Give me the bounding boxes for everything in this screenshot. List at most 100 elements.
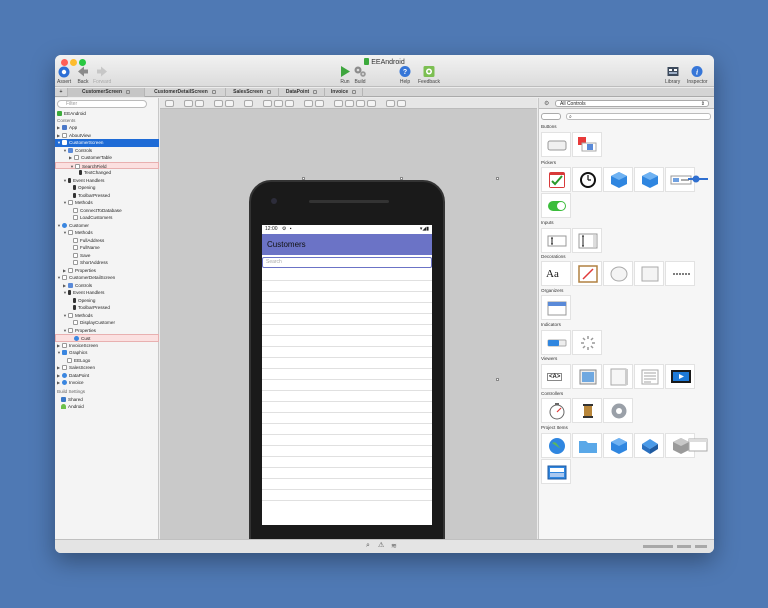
checkbox-control[interactable] [541,167,571,192]
tree-item-customer-methods[interactable]: ▼ Methods [55,229,159,237]
picker-control[interactable] [634,167,664,192]
distribute-h-button[interactable] [334,100,343,107]
tab-customerscreen[interactable]: CustomerScreen [68,88,145,97]
add-control-button[interactable] [541,113,561,120]
resize-handle[interactable] [496,177,499,180]
lock-layout-button[interactable] [225,100,234,107]
table-row[interactable] [262,292,432,303]
search-icon[interactable]: ⌕ [366,542,370,550]
textfield-control[interactable] [541,228,571,253]
search-field[interactable]: Search [262,257,432,268]
settings-gear-icon[interactable]: ⚙ [544,100,549,107]
tree-item-eelogo[interactable]: EELogo [55,357,159,365]
table-row[interactable] [262,435,432,446]
table-row[interactable] [262,347,432,358]
tree-item-customer[interactable]: ▼ Customer [55,222,159,230]
class-item[interactable] [603,433,633,458]
align-bottom-button[interactable] [367,100,376,107]
table-row[interactable] [262,424,432,435]
rectangle-control[interactable] [634,261,664,286]
tree-item-datapoint[interactable]: ▶ DataPoint [55,372,159,380]
thread-control[interactable] [572,398,602,423]
tree-item-fullname[interactable]: FullName [55,244,159,252]
button-control[interactable] [541,132,571,157]
order-back-button[interactable] [315,100,324,107]
resize-handle[interactable] [496,378,499,381]
tree-item-customerscreen[interactable]: ▼ CustomerScreen [55,139,159,147]
tree-item-shortaddress[interactable]: ShortAddress [55,259,159,267]
table-control[interactable] [634,364,664,389]
tree-item-graphics[interactable]: ▼ Graphics [55,349,159,357]
tree-item-searchfield[interactable]: ▼ SearchField [55,161,159,169]
tree-item-toolbarpressed[interactable]: ToolbarPressed [55,192,159,200]
timer-control[interactable] [541,398,571,423]
tree-item-methods[interactable]: ▼ Methods [55,199,159,207]
label-control[interactable]: Aa [541,261,571,286]
table-row[interactable] [262,391,432,402]
table-row[interactable] [262,402,432,413]
tree-item-connecttodatabase[interactable]: ConnectToDatabase [55,207,159,215]
broadcast-icon[interactable]: ≋ [391,542,397,550]
tab-datapoint[interactable]: DataPoint [279,88,325,97]
tree-item-loadcustomers[interactable]: LoadCustomers [55,214,159,222]
tree-item-invoicescreen[interactable]: ▶ InvoiceScreen [55,342,159,350]
library-search-input[interactable]: ⌕ [566,113,711,120]
build-button[interactable]: Build [353,65,367,85]
build-target-android[interactable]: Android [55,403,159,411]
table-row[interactable] [262,336,432,347]
controls-filter-select[interactable]: All Controls ⇕ [555,100,709,107]
order-front-button[interactable] [304,100,313,107]
shrink-button[interactable] [397,100,406,107]
table-row[interactable] [262,479,432,490]
slider-control[interactable] [683,167,713,192]
align-right-button[interactable] [285,100,294,107]
tree-item-detail-opening[interactable]: Opening [55,297,159,305]
toolbar-item[interactable] [541,459,571,484]
progressbar-control[interactable] [541,330,571,355]
worker-control[interactable] [603,398,633,423]
tree-item-detail-properties[interactable]: ▼ Properties [55,327,159,335]
progresswheel-control[interactable] [572,330,602,355]
tree-item-fulladdress[interactable]: FullAddress [55,237,159,245]
inspector-button[interactable]: i Inspector [687,65,708,85]
imageviewer-control[interactable] [572,364,602,389]
navigator-filter-input[interactable]: Filter [57,100,147,108]
web-item[interactable] [541,433,571,458]
tree-item-aboutview[interactable]: ▶ AboutView [55,132,159,140]
segmented-control[interactable] [572,132,602,157]
assert-button[interactable]: Assert [57,65,71,85]
movieplayer-control[interactable] [665,364,695,389]
table-row[interactable] [262,413,432,424]
table-row[interactable] [262,369,432,380]
tree-item-controls[interactable]: ▼ Controls [55,147,159,155]
tree-item-event-handlers[interactable]: ▼ Event Handlers [55,177,159,185]
tree-item-detail-event-handlers[interactable]: ▼ Event Handlers [55,289,159,297]
add-tab-button[interactable]: + [55,88,68,97]
align-button[interactable] [263,100,272,107]
table-row[interactable] [262,281,432,292]
edit-button[interactable] [214,100,223,107]
table-row[interactable] [262,358,432,369]
timepicker-control[interactable] [572,167,602,192]
back-button[interactable]: Back [76,65,90,85]
table-row[interactable] [262,325,432,336]
popup-menu-control[interactable] [603,167,633,192]
library-button[interactable]: Library [665,65,680,85]
frame-button[interactable] [244,100,253,107]
tree-item-displaycustomer[interactable]: DisplayCustomer [55,319,159,327]
tree-item-detail-toolbarpressed[interactable]: ToolbarPressed [55,304,159,312]
table-row[interactable] [262,380,432,391]
forward-button[interactable]: Forward [93,65,111,85]
tree-item-textchanged[interactable]: TextChanged [55,169,159,177]
table-row[interactable] [262,468,432,479]
folder-item[interactable] [572,433,602,458]
distribute-v-button[interactable] [345,100,354,107]
scrollcontainer-control[interactable] [603,364,633,389]
table-row[interactable] [262,490,432,501]
align-top-button[interactable] [356,100,365,107]
tree-item-salesscreen[interactable]: ▶ SalesScreen [55,364,159,372]
align-center-button[interactable] [274,100,283,107]
oval-control[interactable] [603,261,633,286]
tab-invoice[interactable]: Invoice [325,88,363,97]
zoom-fit-button[interactable] [165,100,174,107]
